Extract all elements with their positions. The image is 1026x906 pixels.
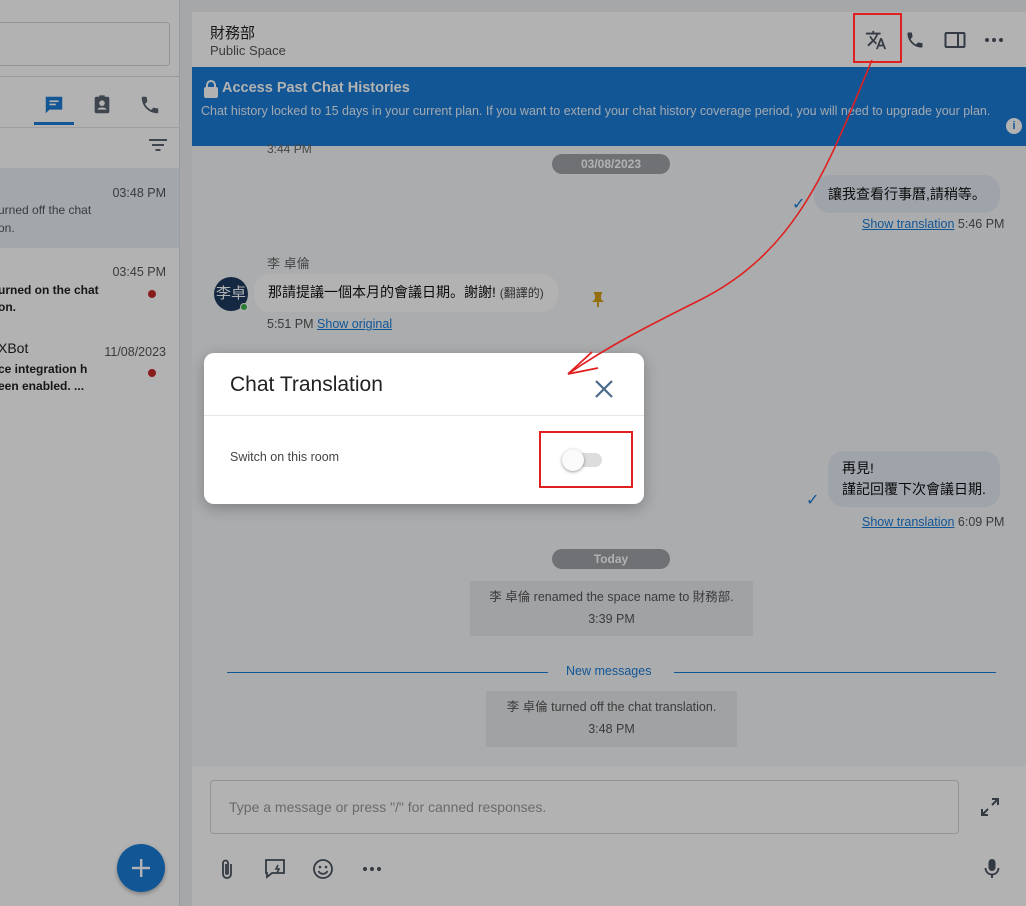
switch-label: Switch on this room (230, 450, 340, 464)
annotation-highlight-box (539, 431, 633, 488)
close-icon[interactable] (593, 378, 615, 400)
divider (204, 415, 644, 416)
annotation-highlight-box (853, 13, 902, 63)
dialog-title: Chat Translation (230, 373, 383, 396)
